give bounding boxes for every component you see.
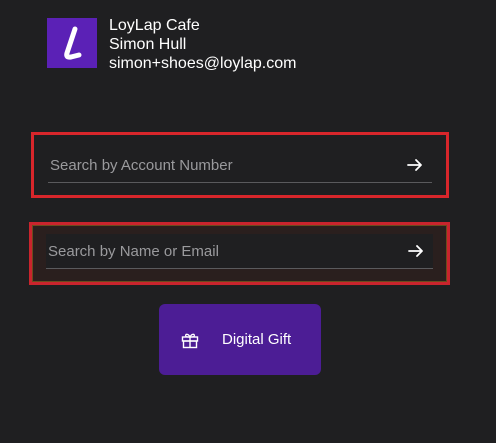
account-number-search-box bbox=[31, 132, 449, 198]
search-page: LoyLap Cafe Simon Hull simon+shoes@loyla… bbox=[0, 0, 496, 443]
digital-gift-button[interactable]: Digital Gift bbox=[159, 304, 321, 375]
account-number-input[interactable] bbox=[50, 148, 390, 182]
account-info: LoyLap Cafe Simon Hull simon+shoes@loyla… bbox=[109, 16, 296, 73]
user-name: Simon Hull bbox=[109, 36, 187, 53]
loylap-logo-icon bbox=[47, 18, 97, 68]
digital-gift-label: Digital Gift bbox=[222, 331, 292, 348]
account-number-field bbox=[48, 148, 432, 183]
arrow-right-icon[interactable] bbox=[406, 156, 424, 174]
name-email-search-box bbox=[29, 222, 450, 285]
name-email-input[interactable] bbox=[48, 234, 388, 268]
arrow-right-icon[interactable] bbox=[407, 242, 425, 260]
business-name: LoyLap Cafe bbox=[109, 17, 200, 34]
gift-icon bbox=[180, 330, 200, 350]
user-email: simon+shoes@loylap.com bbox=[109, 55, 297, 72]
name-email-field bbox=[46, 234, 433, 269]
